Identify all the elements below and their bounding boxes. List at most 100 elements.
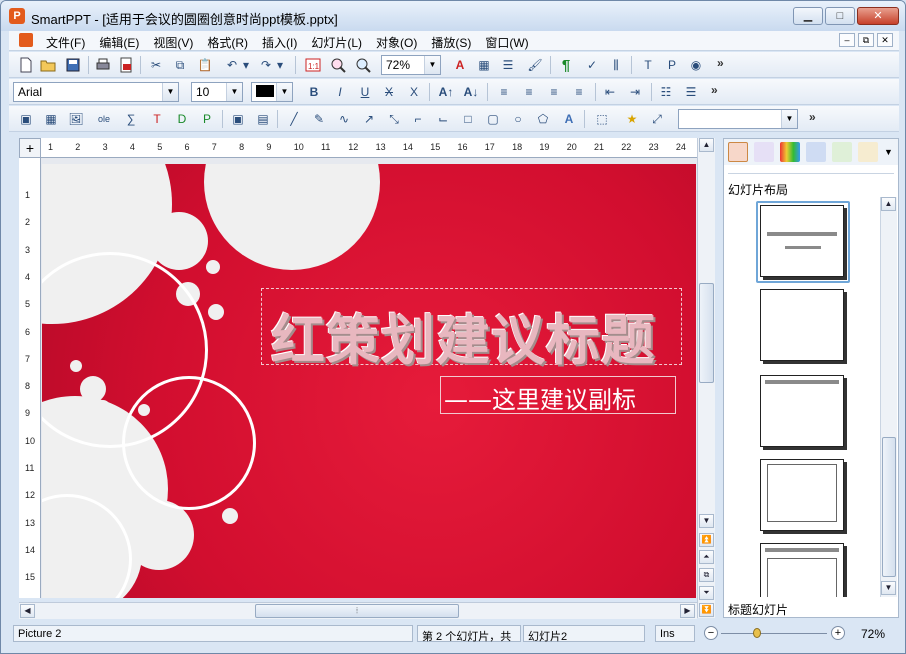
chevron-down-icon[interactable]: ▼ (162, 83, 178, 101)
prev-slide-button[interactable]: ⏶ (699, 550, 714, 564)
menu-view[interactable]: 视图(V) (146, 33, 200, 52)
first-slide-button[interactable]: ⏫ (699, 533, 714, 547)
bold-icon[interactable]: B (305, 83, 323, 101)
scroll-down-button[interactable]: ▼ (699, 514, 714, 528)
insert-image-icon[interactable]: 🖼 (67, 110, 85, 128)
align-right-icon[interactable]: ≡ (545, 83, 563, 101)
insert-page-number-icon[interactable]: P (198, 110, 216, 128)
slide[interactable]: 红策划建议标题 ——这里建议副标 (42, 164, 696, 598)
copy-icon[interactable]: ⧉ (171, 56, 189, 74)
strikethrough-icon[interactable]: X (380, 83, 398, 101)
minimize-button[interactable]: ▁ (793, 7, 823, 25)
zoom-in-button[interactable]: + (831, 626, 845, 640)
new-document-icon[interactable] (17, 56, 35, 74)
ruler-corner[interactable]: + (19, 138, 41, 158)
align-center-icon[interactable]: ≡ (520, 83, 538, 101)
menu-slide[interactable]: 幻灯片(L) (304, 33, 369, 52)
underline-icon[interactable]: U (356, 83, 374, 101)
curve-tool-icon[interactable]: ∿ (335, 110, 353, 128)
layout-title-slide[interactable] (760, 205, 844, 277)
paragraph-marks-icon[interactable]: ¶ (557, 56, 575, 74)
insert-media-icon[interactable]: ▤ (254, 110, 272, 128)
italic-icon[interactable]: I (331, 83, 349, 101)
panel-scrollbar[interactable]: ▲ ▼ (880, 197, 897, 597)
menu-window[interactable]: 窗口(W) (478, 33, 535, 52)
insert-list-icon[interactable]: ☰ (499, 56, 517, 74)
zoom-combo[interactable]: 72% ▼ (381, 55, 441, 75)
font-size-combo[interactable]: 10 ▼ (191, 82, 243, 102)
chevron-down-icon[interactable]: ▼ (424, 56, 440, 74)
slide-canvas[interactable]: 红策划建议标题 ——这里建议副标 (41, 158, 697, 598)
horizontal-scroll-thumb[interactable]: ⦙ (255, 604, 459, 618)
stack-icon[interactable]: ◉ (687, 56, 705, 74)
tab-slide-layout-icon[interactable] (728, 142, 748, 162)
shapes-icon[interactable]: ⬠ (534, 110, 552, 128)
last-slide-button[interactable]: ⏬ (699, 603, 714, 617)
mdi-minimize-button[interactable]: ‒ (839, 33, 855, 47)
panel-splitter[interactable] (715, 138, 723, 618)
panel-scroll-thumb[interactable] (882, 437, 896, 577)
save-icon[interactable] (64, 56, 82, 74)
cut-icon[interactable]: ✂ (147, 56, 165, 74)
clear-format-icon[interactable]: X (405, 83, 423, 101)
panel-scroll-up-button[interactable]: ▲ (881, 197, 896, 211)
status-insert-mode[interactable]: Ins (655, 625, 695, 642)
layout-content[interactable] (760, 459, 844, 531)
chevron-down-icon[interactable]: ▼ (276, 83, 292, 101)
outdent-icon[interactable]: ⇤ (601, 83, 619, 101)
paste-icon[interactable]: 📋 (196, 56, 214, 74)
next-slide-button[interactable]: ⏷ (699, 586, 714, 600)
insert-table-icon[interactable]: ▦ (475, 56, 493, 74)
line-tool-icon[interactable]: ╱ (285, 110, 303, 128)
maximize-button[interactable]: □ (825, 7, 855, 25)
indent-icon[interactable]: ⇥ (626, 83, 644, 101)
numbered-list-icon[interactable]: ☰ (682, 83, 700, 101)
format-painter-icon[interactable]: 🖌 (526, 56, 544, 74)
zoom-fit-icon[interactable] (329, 56, 347, 74)
arrow-tool-icon[interactable]: ↗ (360, 110, 378, 128)
layout-title-content[interactable] (760, 543, 844, 597)
panel-menu-chevron-icon[interactable]: ▼ (884, 142, 904, 162)
undo-dropdown-icon[interactable]: ▾ (237, 56, 255, 74)
mdi-restore-button[interactable]: ⧉ (858, 33, 874, 47)
layout-blank[interactable] (760, 289, 844, 361)
text-frame-icon[interactable]: T (639, 56, 657, 74)
mdi-close-button[interactable]: ✕ (877, 33, 893, 47)
page-icon[interactable]: P (663, 56, 681, 74)
spellcheck-icon[interactable]: ✓ (583, 56, 601, 74)
layout-title-only[interactable] (760, 375, 844, 447)
toolbar-more-icon[interactable]: » (711, 83, 718, 97)
font-name-combo[interactable]: Arial ▼ (13, 82, 179, 102)
bullet-list-icon[interactable]: ☷ (657, 83, 675, 101)
open-folder-icon[interactable] (39, 56, 57, 74)
align-left-icon[interactable]: ≡ (495, 83, 513, 101)
scroll-right-button[interactable]: ▶ (680, 604, 695, 618)
rounded-rectangle-icon[interactable]: ▢ (484, 110, 502, 128)
tab-custom-icon[interactable] (858, 142, 878, 162)
connector-tool-icon[interactable]: ⤡ (385, 110, 403, 128)
zoom-slider-knob[interactable] (753, 628, 761, 638)
rectangle-tool-icon[interactable]: □ (459, 110, 477, 128)
zoom-slider-track[interactable] (721, 633, 827, 634)
insert-textbox-icon[interactable]: ▣ (17, 110, 35, 128)
text-color-icon[interactable]: A (451, 56, 469, 74)
title-bar[interactable]: P SmartPPT - [适用于会议的圆圈创意时尚ppt模板.pptx] ▁ … (1, 1, 905, 31)
curved-connector-icon[interactable]: ⌙ (434, 110, 452, 128)
chevron-down-icon[interactable]: ▼ (226, 83, 242, 101)
close-button[interactable]: ✕ (857, 7, 899, 25)
slide-sorter-button[interactable]: ⧉ (699, 568, 714, 582)
tab-color-scheme-icon[interactable] (780, 142, 800, 162)
toolbar-more-icon[interactable]: » (809, 110, 816, 124)
font-shrink-icon[interactable]: A↓ (462, 83, 480, 101)
style-combo[interactable]: ▼ (678, 109, 798, 129)
insert-date-icon[interactable]: D (173, 110, 191, 128)
chevron-down-icon[interactable]: ▼ (781, 110, 797, 128)
menu-insert[interactable]: 插入(I) (255, 33, 304, 52)
export-pdf-icon[interactable] (117, 56, 135, 74)
zoom-out-button[interactable]: − (704, 626, 718, 640)
menu-play[interactable]: 播放(S) (424, 33, 478, 52)
ellipse-tool-icon[interactable]: ○ (509, 110, 527, 128)
pen-tool-icon[interactable]: ✎ (310, 110, 328, 128)
toolbar-more-icon[interactable]: » (717, 56, 724, 70)
transform-icon[interactable]: ⤢ (648, 110, 666, 128)
